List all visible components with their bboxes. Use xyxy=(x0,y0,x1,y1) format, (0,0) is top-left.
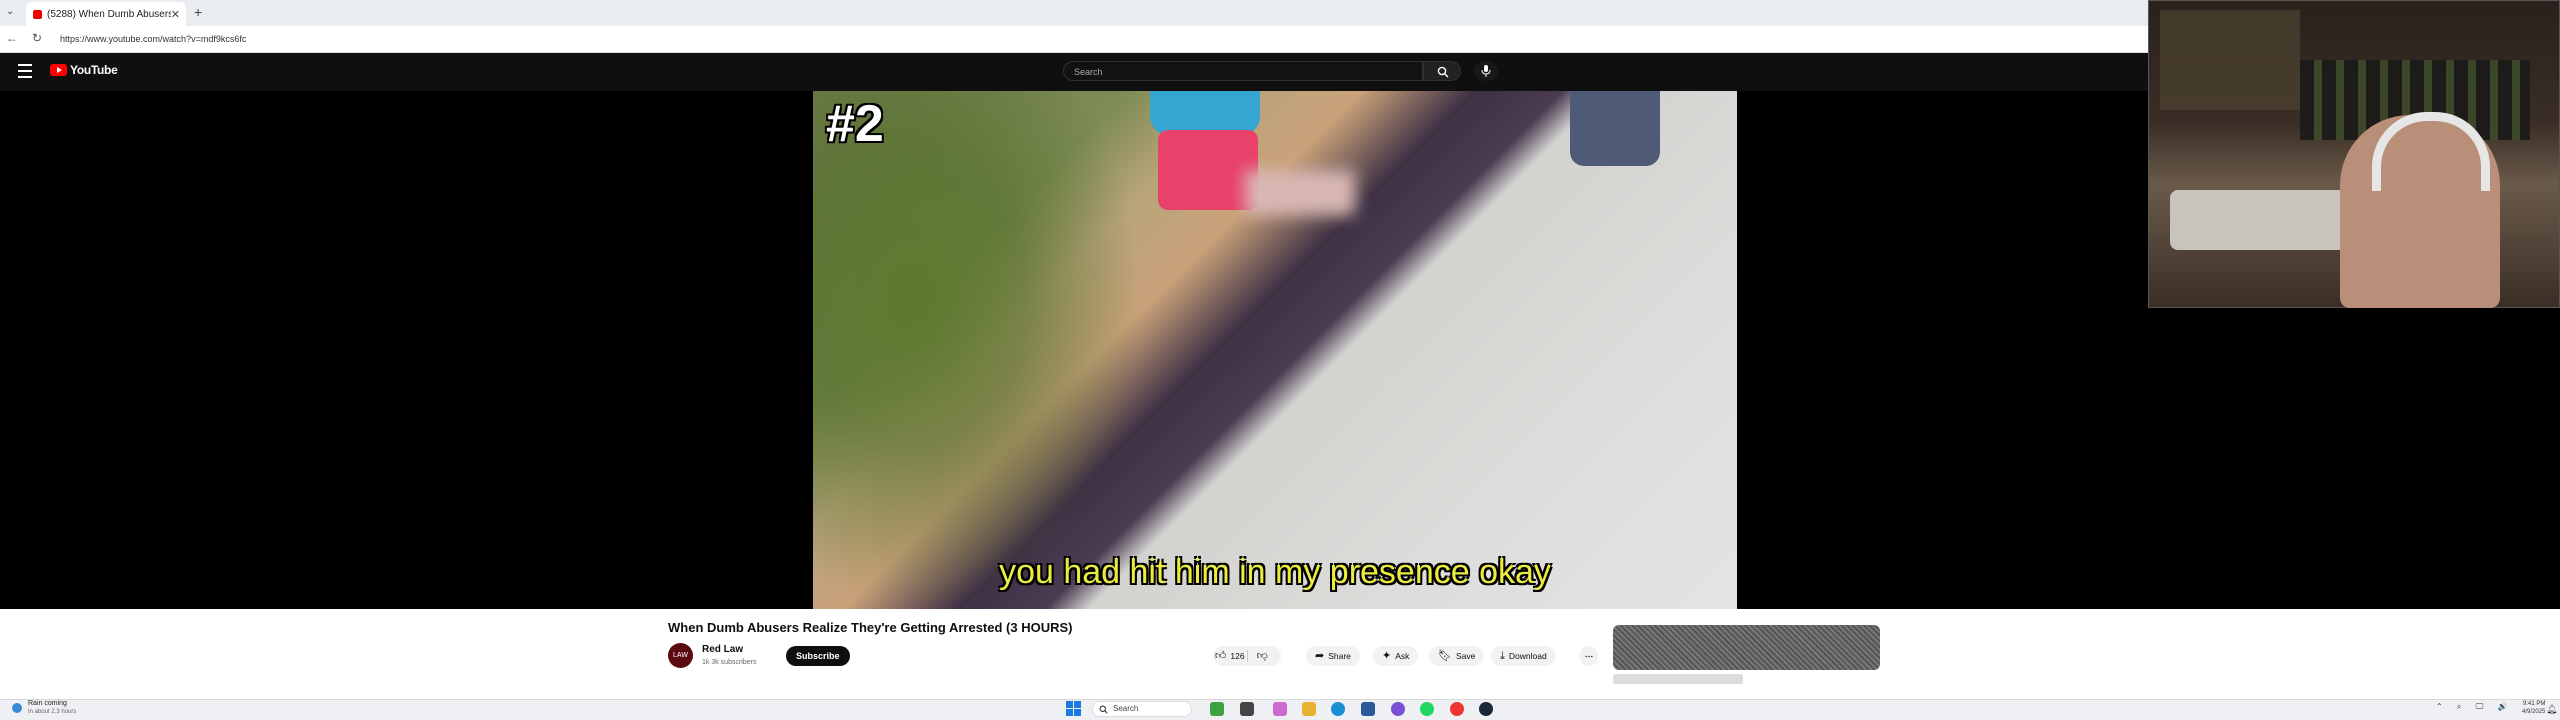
search-input[interactable]: Search xyxy=(1063,61,1423,81)
thumbs-down-icon: 👎︎ xyxy=(1256,650,1268,662)
weather-icon xyxy=(12,703,22,713)
youtube-play-icon xyxy=(50,64,67,76)
save-button[interactable]: 🔖︎ Save xyxy=(1429,646,1485,666)
webcam-bed xyxy=(2170,190,2350,250)
edge-browser-icon[interactable] xyxy=(1331,702,1345,716)
new-tab-button[interactable]: + xyxy=(194,4,202,20)
mic-icon xyxy=(1481,65,1491,77)
clock[interactable]: 9:41 PM 4/9/2025 xyxy=(2522,700,2545,716)
download-icon: ⤓ xyxy=(1500,650,1505,662)
start-button[interactable] xyxy=(1066,701,1081,716)
download-label: Download xyxy=(1508,651,1547,661)
taskbar-app-icon[interactable] xyxy=(1273,702,1287,716)
channel-avatar[interactable]: LAW xyxy=(668,643,693,668)
voice-search-button[interactable] xyxy=(1474,61,1498,81)
like-count: 126 xyxy=(1230,651,1245,661)
taskbar-search[interactable]: Search xyxy=(1092,701,1192,717)
rank-overlay: #2 xyxy=(826,95,884,153)
taskbar-app-icon[interactable] xyxy=(1450,702,1464,716)
tab-close-icon[interactable]: ✕ xyxy=(171,8,180,21)
windows-logo-tile xyxy=(1074,709,1081,716)
nav-buttons[interactable]: ←↻ xyxy=(6,31,56,45)
file-explorer-icon[interactable] xyxy=(1302,702,1316,716)
system-tray[interactable]: ⌃ ⌕ 🖵 🔊 xyxy=(2436,702,2514,712)
dislike-button[interactable]: 👎︎ xyxy=(1248,646,1282,666)
menu-icon[interactable] xyxy=(18,64,32,78)
recommended-video-thumbnail[interactable] xyxy=(1613,625,1880,670)
bookmark-icon: 🔖︎ xyxy=(1438,650,1452,662)
clock-date: 4/9/2025 xyxy=(2522,709,2546,715)
weather-title: Rain coming xyxy=(28,700,67,707)
like-button[interactable]: 👍︎ 126 xyxy=(1213,646,1247,666)
video-blurred-area xyxy=(1245,170,1355,215)
download-button[interactable]: ⤓ Download xyxy=(1491,646,1556,666)
save-label: Save xyxy=(1455,651,1476,661)
more-actions-button[interactable]: ⋯ xyxy=(1580,646,1598,666)
search-icon xyxy=(1437,66,1449,78)
like-dislike-group: 👍︎ 126 👎︎ xyxy=(1213,646,1281,666)
video-person-shorts xyxy=(1158,130,1258,210)
tab-title: (5288) When Dumb Abusers R xyxy=(47,8,171,20)
video-foliage xyxy=(813,91,1143,609)
windows-logo-tile xyxy=(1066,709,1073,716)
video-person-legs xyxy=(1570,91,1660,166)
video-title: When Dumb Abusers Realize They're Gettin… xyxy=(668,620,1073,635)
url-field[interactable]: https://www.youtube.com/watch?v=mdf9kcs6… xyxy=(60,30,1960,48)
share-icon: ➦ xyxy=(1315,650,1325,662)
search-button[interactable] xyxy=(1423,61,1461,81)
youtube-logo[interactable]: YouTube xyxy=(50,63,118,77)
channel-name[interactable]: Red Law xyxy=(702,644,743,655)
spotify-icon[interactable] xyxy=(1420,702,1434,716)
ask-button[interactable]: ✦ Ask xyxy=(1373,646,1419,666)
taskbar-search-label: Search xyxy=(1113,704,1139,713)
clock-time: 9:41 PM xyxy=(2523,701,2546,707)
taskbar-app-icon[interactable] xyxy=(1210,702,1224,716)
recommended-video-title-placeholder xyxy=(1613,674,1743,684)
youtube-logo-text: YouTube xyxy=(70,63,118,77)
windows-logo-tile xyxy=(1074,701,1081,708)
steam-icon[interactable] xyxy=(1479,702,1493,716)
subscriber-count: 1k 3k subscribers xyxy=(702,659,757,666)
youtube-favicon-icon xyxy=(33,9,42,19)
subscribe-button[interactable]: Subscribe xyxy=(786,646,850,666)
thumbs-up-icon: 👍︎ xyxy=(1214,650,1227,662)
share-button[interactable]: ➦ Share xyxy=(1306,646,1360,666)
browser-tab-bar xyxy=(0,0,2148,26)
webcam-shelf xyxy=(2160,10,2300,110)
weather-subtitle: In about 2.3 hours xyxy=(28,709,77,715)
taskbar-app-icon[interactable] xyxy=(1240,702,1254,716)
sparkle-icon: ✦ xyxy=(1382,650,1392,662)
taskbar-app-icon[interactable] xyxy=(1391,702,1405,716)
search-icon xyxy=(1099,705,1108,714)
browser-tab-active[interactable]: (5288) When Dumb Abusers R ✕ xyxy=(26,2,186,26)
taskbar-app-icon[interactable] xyxy=(1361,702,1375,716)
video-caption: you had hit him in my presence okay xyxy=(999,553,1551,591)
weather-widget[interactable]: Rain coming In about 2.3 hours xyxy=(12,700,76,716)
ask-label: Ask xyxy=(1395,651,1410,661)
notification-icon[interactable]: 🔔︎ xyxy=(2546,704,2557,715)
windows-logo-icon xyxy=(1066,701,1073,708)
share-label: Share xyxy=(1328,651,1351,661)
tab-list-button[interactable]: ⌄ xyxy=(6,6,14,17)
